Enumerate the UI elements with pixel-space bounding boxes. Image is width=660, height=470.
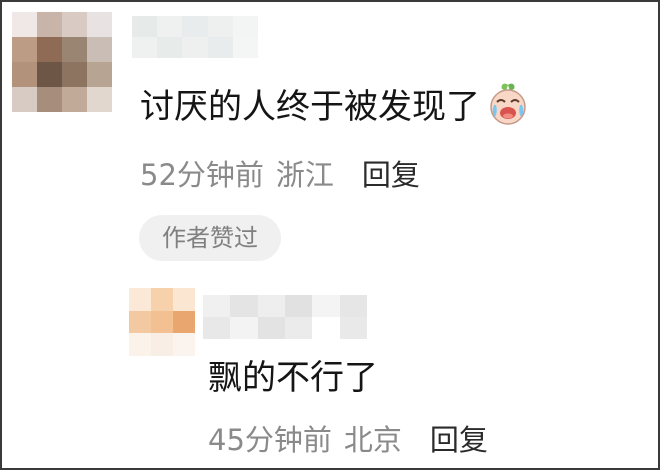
reply-username-blurred[interactable] xyxy=(203,295,367,339)
avatar[interactable] xyxy=(12,12,112,112)
comment-panel: 讨厌的人终于被发现了 52分钟前 浙江 回复 作者赞过 飘的不行了 45分钟前 … xyxy=(0,0,660,470)
reply-location: 北京 xyxy=(343,423,402,457)
reply-time: 45分钟前 xyxy=(208,423,332,457)
comment-text: 讨厌的人终于被发现了 xyxy=(140,82,530,139)
reply-avatar[interactable] xyxy=(129,288,195,356)
comment-body: 讨厌的人终于被发现了 xyxy=(140,87,480,127)
reply-button[interactable]: 回复 xyxy=(362,158,420,192)
reply-body: 飘的不行了 xyxy=(208,358,378,398)
crying-laughing-face-icon xyxy=(486,82,530,139)
author-liked-badge: 作者赞过 xyxy=(139,215,281,261)
reply-meta: 45分钟前 北京 回复 xyxy=(208,420,488,460)
reply-reply-button[interactable]: 回复 xyxy=(430,423,488,457)
username-blurred[interactable] xyxy=(132,16,258,58)
comment-meta: 52分钟前 浙江 回复 xyxy=(140,155,420,195)
comment-time: 52分钟前 xyxy=(140,158,264,192)
comment-location: 浙江 xyxy=(275,158,334,192)
